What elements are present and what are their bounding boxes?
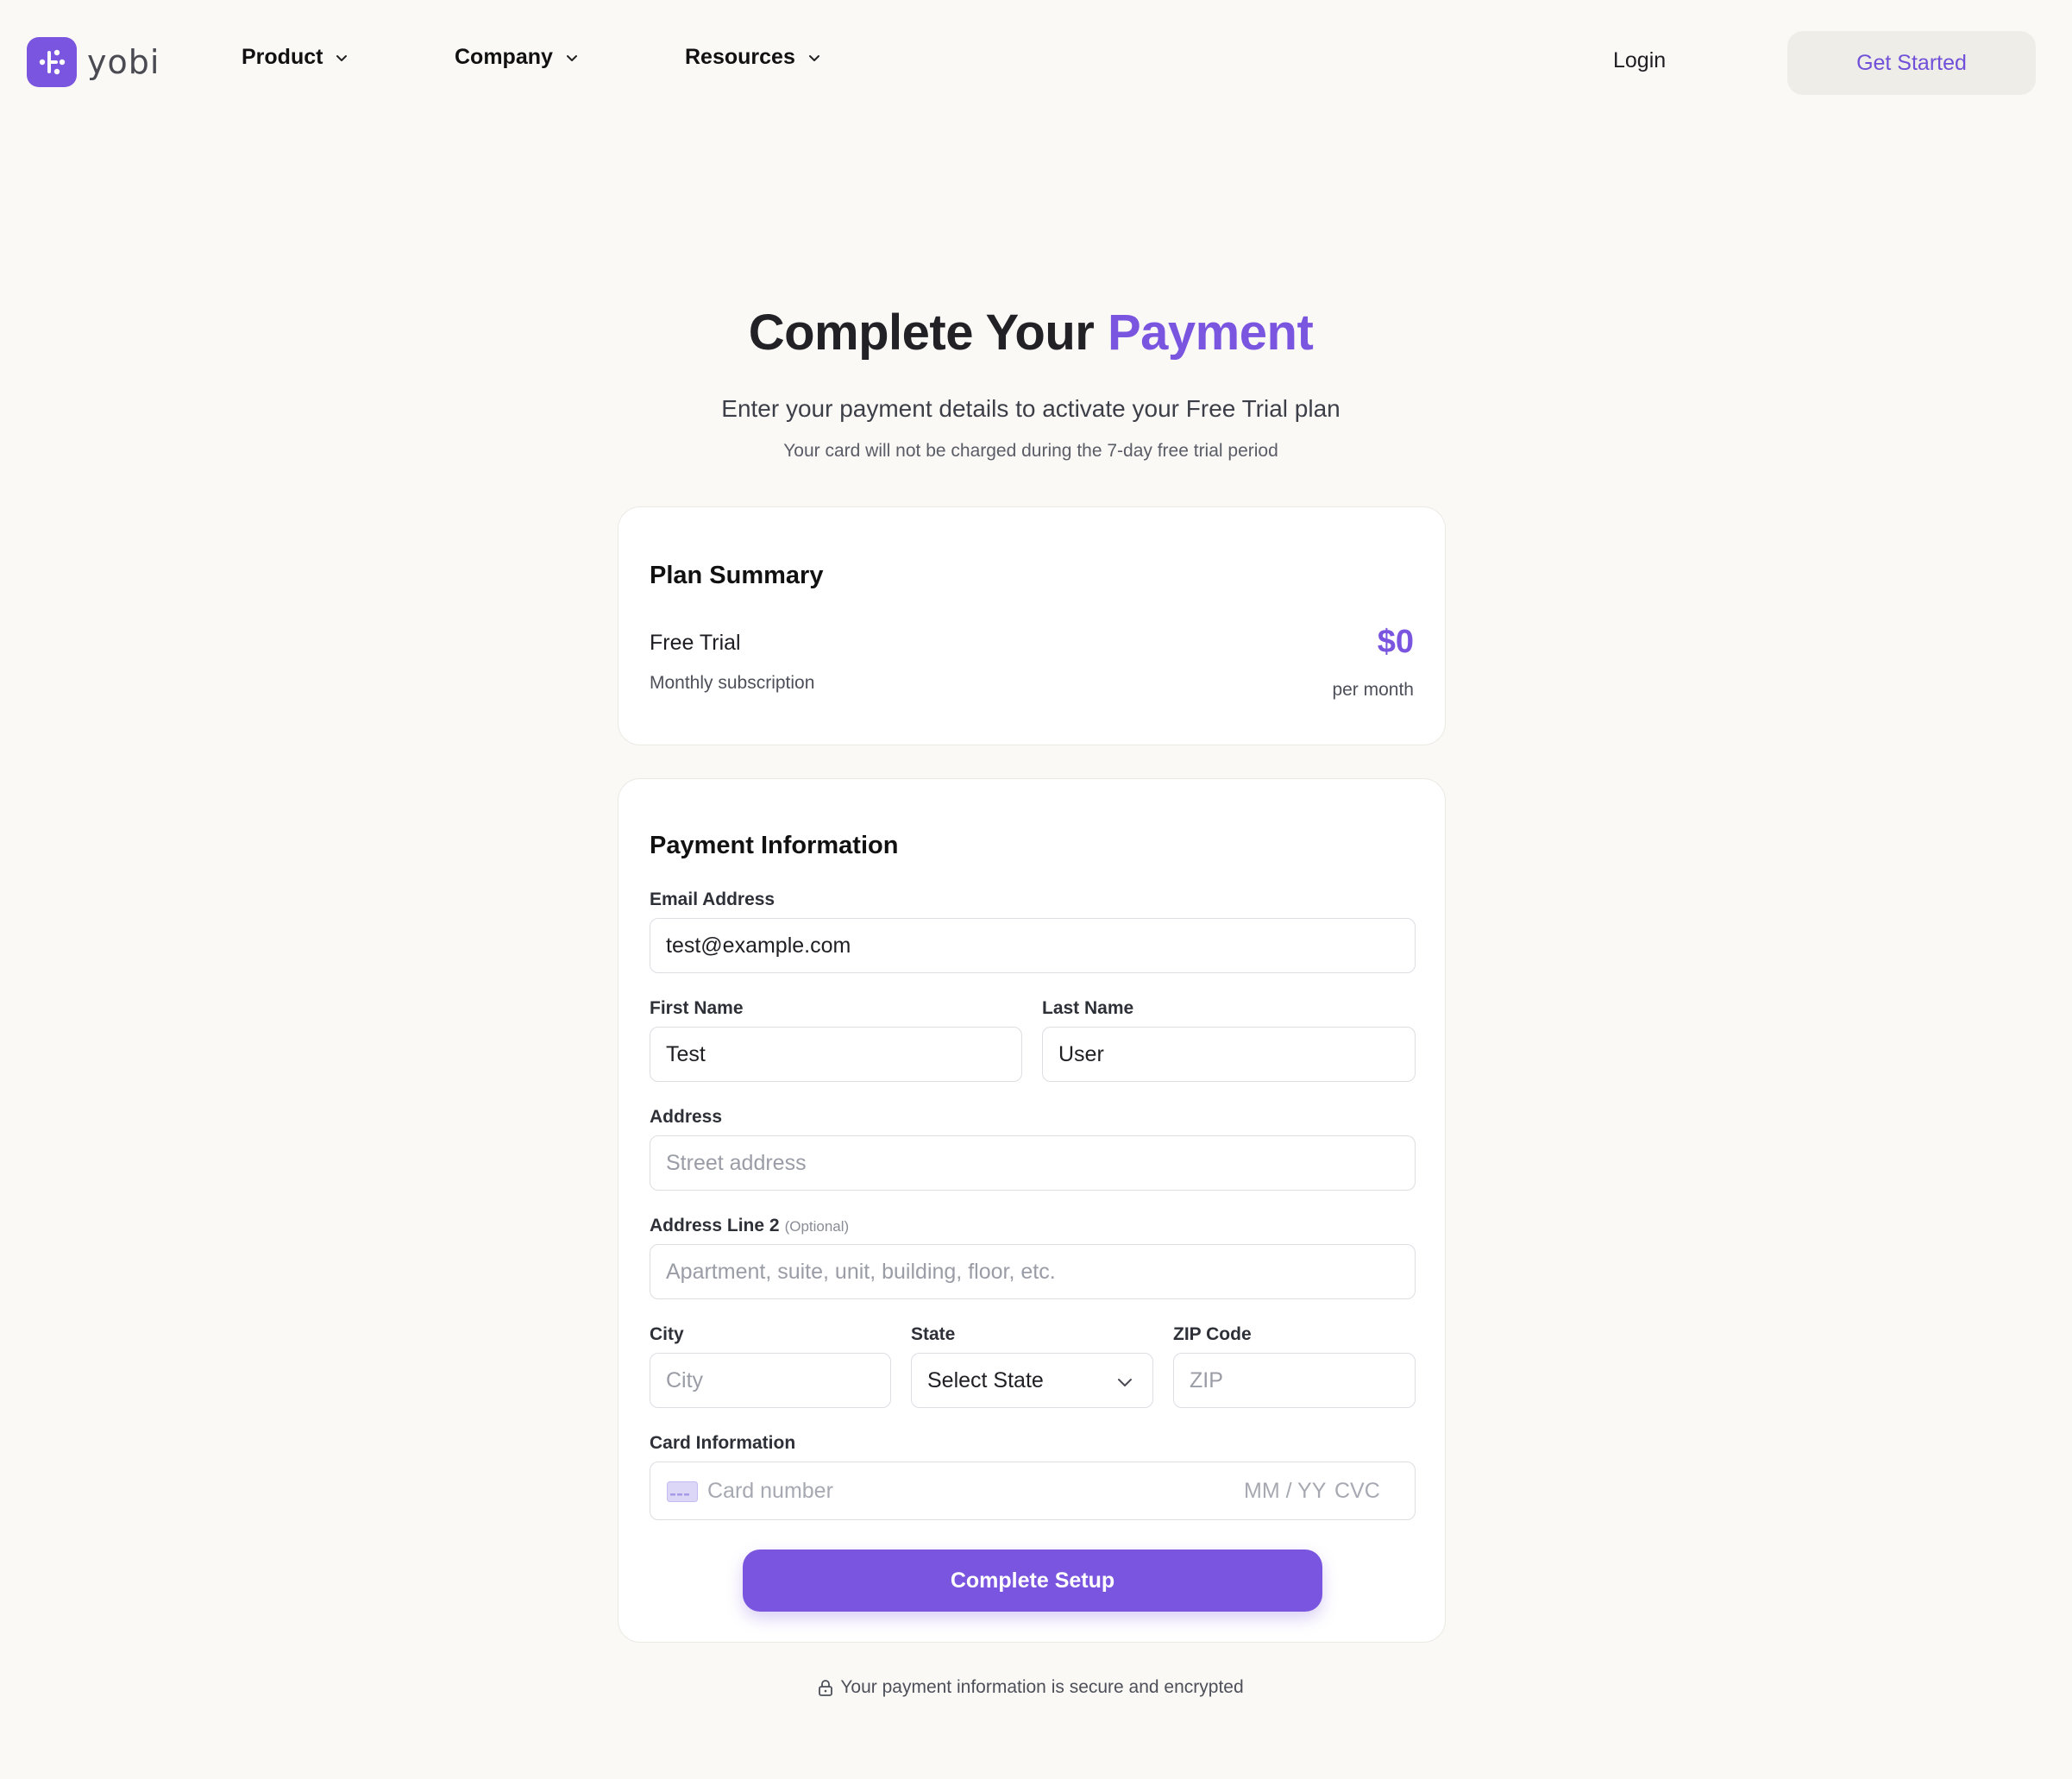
nav-company-label: Company bbox=[455, 45, 553, 69]
brand-logo[interactable]: yobi bbox=[27, 37, 160, 87]
state-select-value: Select State bbox=[927, 1367, 1044, 1392]
last-name-label: Last Name bbox=[1042, 998, 1134, 1018]
page-subtitle: Enter your payment details to activate y… bbox=[721, 395, 1341, 422]
secure-note-text: Your payment information is secure and e… bbox=[840, 1677, 1244, 1697]
page-title: Complete Your Payment bbox=[0, 304, 2062, 361]
complete-setup-button[interactable]: Complete Setup bbox=[743, 1550, 1322, 1612]
get-started-button[interactable]: Get Started bbox=[1787, 31, 2036, 95]
card-information-label: Card Information bbox=[650, 1433, 796, 1453]
chevron-down-icon bbox=[808, 54, 819, 61]
credit-card-icon bbox=[667, 1481, 698, 1502]
zip-field[interactable] bbox=[1173, 1353, 1416, 1408]
secure-note: Your payment information is secure and e… bbox=[0, 1677, 2062, 1698]
payment-information-heading: Payment Information bbox=[650, 832, 899, 859]
brand-name: yobi bbox=[87, 43, 160, 81]
email-field[interactable] bbox=[650, 918, 1416, 973]
address2-field[interactable] bbox=[650, 1244, 1416, 1299]
plan-summary-card: Plan Summary Free Trial Monthly subscrip… bbox=[618, 506, 1446, 745]
nav-product[interactable]: Product bbox=[242, 45, 348, 70]
chevron-down-icon bbox=[566, 54, 577, 61]
nav-resources-label: Resources bbox=[685, 45, 795, 69]
address-label: Address bbox=[650, 1107, 723, 1127]
top-nav: yobi Product Company Resources Login Get… bbox=[0, 0, 2072, 126]
nav-resources[interactable]: Resources bbox=[685, 45, 821, 70]
nav-product-label: Product bbox=[242, 45, 323, 69]
plan-summary-heading: Plan Summary bbox=[650, 562, 824, 589]
city-field[interactable] bbox=[650, 1353, 891, 1408]
lock-icon bbox=[819, 1680, 833, 1696]
plan-description: Monthly subscription bbox=[650, 673, 815, 693]
plan-name: Free Trial bbox=[650, 631, 741, 655]
login-link[interactable]: Login bbox=[1613, 48, 1666, 73]
plan-period: per month bbox=[1332, 680, 1414, 700]
card-number-placeholder[interactable]: Card number bbox=[707, 1479, 833, 1504]
address2-label: Address Line 2 (Optional) bbox=[650, 1216, 849, 1236]
chevron-down-icon bbox=[336, 54, 348, 61]
trial-note: Your card will not be charged during the… bbox=[783, 441, 1278, 461]
city-label: City bbox=[650, 1324, 684, 1344]
chevron-down-icon bbox=[1118, 1379, 1132, 1386]
last-name-field[interactable] bbox=[1042, 1027, 1416, 1082]
zip-label: ZIP Code bbox=[1173, 1324, 1252, 1344]
optional-tag: (Optional) bbox=[784, 1218, 850, 1235]
address2-label-text: Address Line 2 bbox=[650, 1216, 780, 1235]
state-label: State bbox=[911, 1324, 956, 1344]
plan-price: $0 bbox=[1377, 624, 1414, 660]
state-select[interactable]: Select State bbox=[911, 1353, 1153, 1408]
logo-mark-icon bbox=[27, 37, 77, 87]
first-name-label: First Name bbox=[650, 998, 744, 1018]
card-cvc-placeholder[interactable]: CVC bbox=[1334, 1479, 1380, 1504]
first-name-field[interactable] bbox=[650, 1027, 1022, 1082]
card-information-field[interactable]: Card number MM / YY CVC bbox=[650, 1462, 1416, 1520]
page-title-accent: Payment bbox=[1107, 305, 1314, 361]
card-expiry-placeholder[interactable]: MM / YY bbox=[1244, 1479, 1326, 1504]
nav-company[interactable]: Company bbox=[455, 45, 579, 70]
address-field[interactable] bbox=[650, 1135, 1416, 1191]
payment-information-card: Payment Information Email Address First … bbox=[618, 778, 1446, 1643]
page-title-main: Complete Your bbox=[748, 305, 1095, 361]
email-label: Email Address bbox=[650, 890, 775, 909]
